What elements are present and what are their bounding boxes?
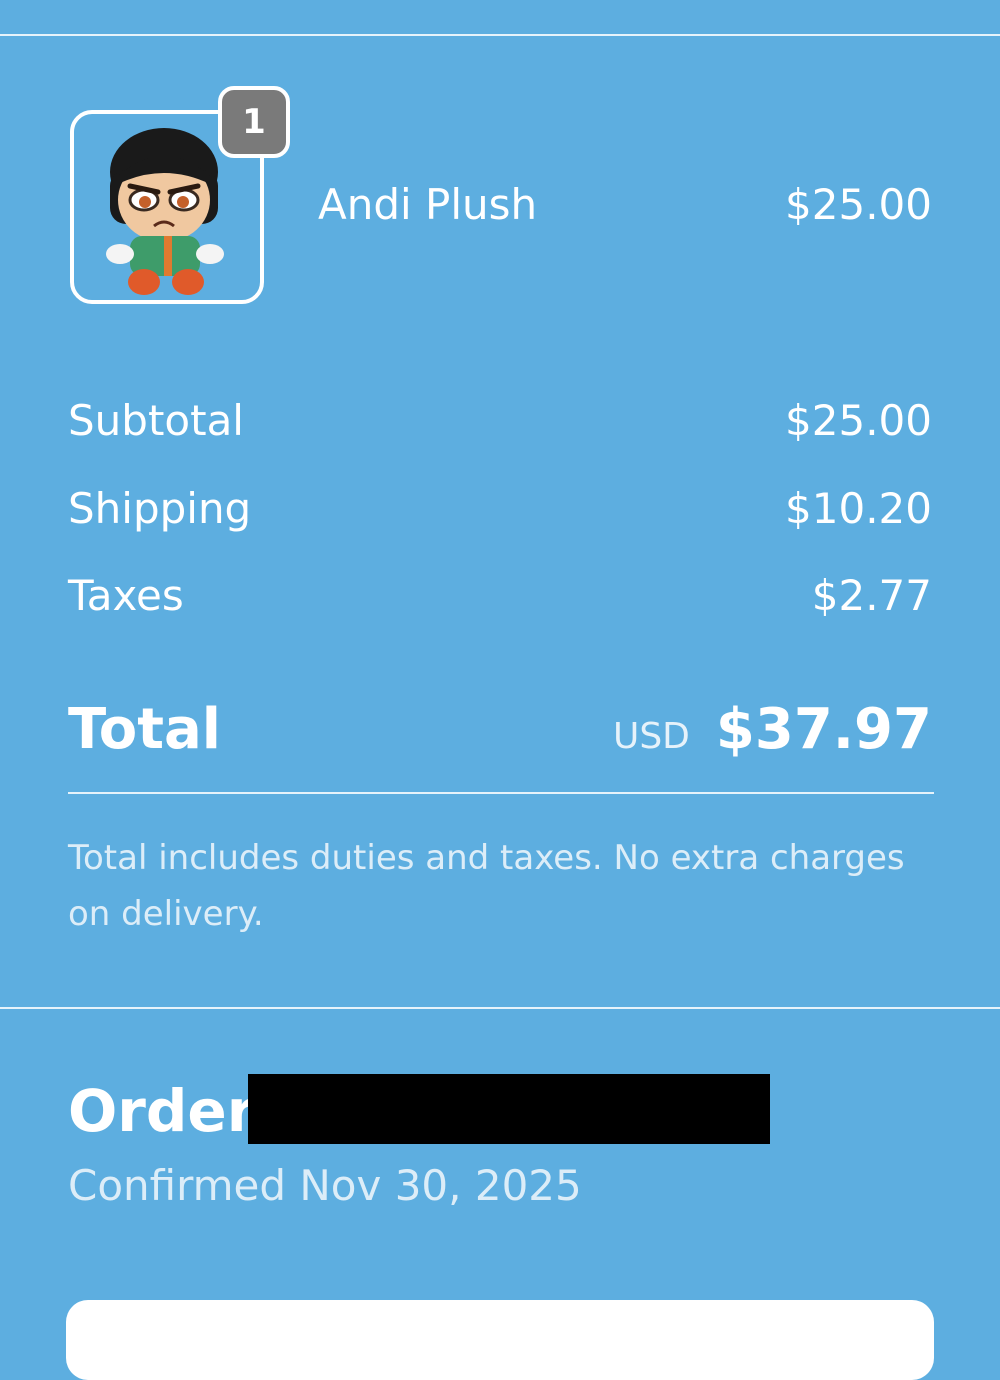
total-value: $37.97 — [715, 697, 932, 762]
taxes-value: $2.77 — [811, 571, 932, 620]
confirmed-date: Confirmed Nov 30, 2025 — [68, 1161, 582, 1210]
top-divider — [0, 34, 1000, 36]
subtotal-row: Subtotal $25.00 — [68, 393, 932, 449]
order-label: Order — [68, 1077, 256, 1145]
subtotal-label: Subtotal — [68, 396, 244, 445]
shipping-label: Shipping — [68, 484, 252, 533]
total-divider — [68, 792, 934, 794]
product-price: $25.00 — [785, 180, 932, 229]
currency-code: USD — [612, 716, 690, 757]
order-heading: Order — [68, 1076, 255, 1146]
taxes-label: Taxes — [68, 571, 184, 620]
total-row: Total USD $37.97 — [68, 692, 932, 768]
redacted-order-number — [248, 1074, 770, 1144]
shipping-row: Shipping $10.20 — [68, 481, 932, 537]
subtotal-value: $25.00 — [785, 396, 932, 445]
shipping-value: $10.20 — [785, 484, 932, 533]
quantity-badge: 1 — [218, 86, 290, 158]
total-amount: USD $37.97 — [613, 692, 932, 768]
bottom-card — [66, 1300, 934, 1380]
product-name: Andi Plush — [318, 180, 538, 229]
duties-note: Total includes duties and taxes. No extr… — [68, 838, 905, 934]
total-label: Total — [68, 697, 221, 762]
order-line-item: 1 Andi Plush $25.00 — [68, 86, 932, 316]
section-divider — [0, 1007, 1000, 1009]
taxes-row: Taxes $2.77 — [68, 568, 932, 624]
